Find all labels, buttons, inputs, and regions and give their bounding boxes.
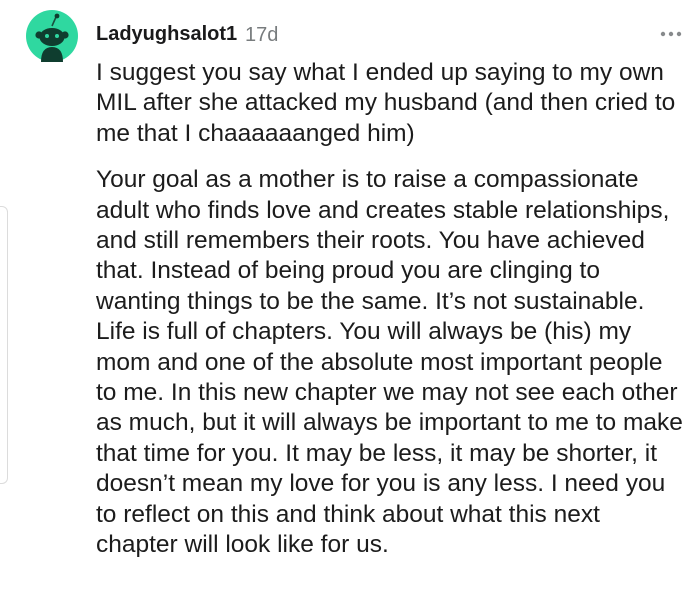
timestamp: 17d (245, 24, 279, 46)
comment-paragraph: Your goal as a mother is to raise a comp… (96, 166, 683, 559)
comment-body: I suggest you say what I ended up saying… (96, 58, 686, 561)
snoo-avatar-icon[interactable] (26, 10, 78, 62)
username[interactable]: Ladyughsalot1 (96, 22, 237, 46)
comment-paragraph: I suggest you say what I ended up saying… (96, 59, 676, 147)
more-options-icon[interactable] (660, 26, 682, 42)
thread-collapse-line[interactable] (0, 206, 8, 484)
comment: Ladyughsalot1 17d I suggest you say what… (0, 0, 700, 609)
